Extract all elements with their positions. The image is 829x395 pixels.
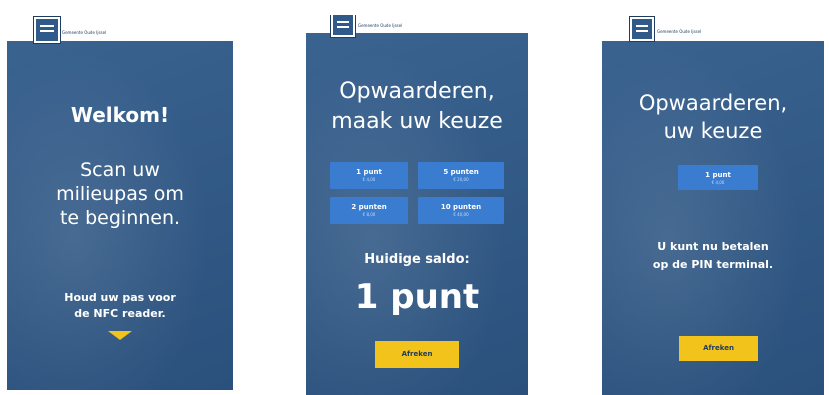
option-label: 10 punten [440,203,482,211]
pay-button[interactable]: Afreken [679,336,758,361]
option-1-punt-button[interactable]: 1 punt € 4,00 [330,162,408,189]
brand-name: Gemeente Oude Ijssel [657,29,702,34]
kiosk-screen-payment: Gemeente Oude Ijssel Opwaarderen, uw keu… [602,13,824,395]
scan-instruction-line-1: Scan uw [80,159,160,181]
brand-name: Gemeente Oude Ijssel [62,30,107,35]
option-price: € 4,00 [362,177,376,182]
balance-value: 1 punt [354,277,480,317]
kiosk-screen-choice: Gemeente Oude Ijssel Opwaarderen, maak u… [306,15,528,395]
pay-button[interactable]: Afreken [375,341,459,368]
option-10-punten-button[interactable]: 10 punten € 40,00 [418,197,504,224]
title-line-2: maak uw keuze [331,109,503,134]
welcome-heading: Welkom! [70,103,170,127]
pin-instruction-line-2: op de PIN terminal. [652,258,774,271]
option-5-punten-button[interactable]: 5 punten € 20,00 [418,162,504,189]
balance-label: Huidige saldo: [364,252,470,267]
option-label: 2 punten [351,203,387,211]
nfc-hint-line-1: Houd uw pas voor [64,291,176,304]
title-line-1: Opwaarderen, [638,91,788,115]
brand-logo-icon [331,15,355,37]
scan-instruction-line-2: milieupas om [56,183,184,205]
option-price: € 20,00 [453,177,469,182]
title-line-1: Opwaarderen, [339,79,495,104]
option-label: 1 punt [356,168,382,176]
option-price: € 40,00 [453,212,469,217]
option-2-punten-button[interactable]: 2 punten € 8,00 [330,197,408,224]
brand-name: Gemeente Oude Ijssel [358,23,403,28]
header-bar: Gemeente Oude Ijssel [602,13,824,41]
kiosk-screen-welcome: Gemeente Oude Ijssel Welkom! Scan uw mil… [7,15,233,390]
brand-logo-icon [630,17,654,41]
scan-instruction-line-3: te beginnen. [59,207,181,229]
nfc-hint-line-2: de NFC reader. [74,307,166,320]
title-line-2: uw keuze [663,119,763,143]
down-arrow-icon [108,331,132,340]
pin-instruction-line-1: U kunt nu betalen [657,240,769,253]
option-price: € 8,00 [362,212,376,217]
option-label: 1 punt [705,171,731,179]
selected-option-button[interactable]: 1 punt € 4,00 [678,165,758,190]
brand-logo-icon [34,17,60,43]
header-bar: Gemeente Oude Ijssel [7,15,233,43]
option-price: € 4,00 [711,180,725,185]
option-label: 5 punten [443,168,479,176]
header-bar: Gemeente Oude Ijssel [306,15,528,37]
